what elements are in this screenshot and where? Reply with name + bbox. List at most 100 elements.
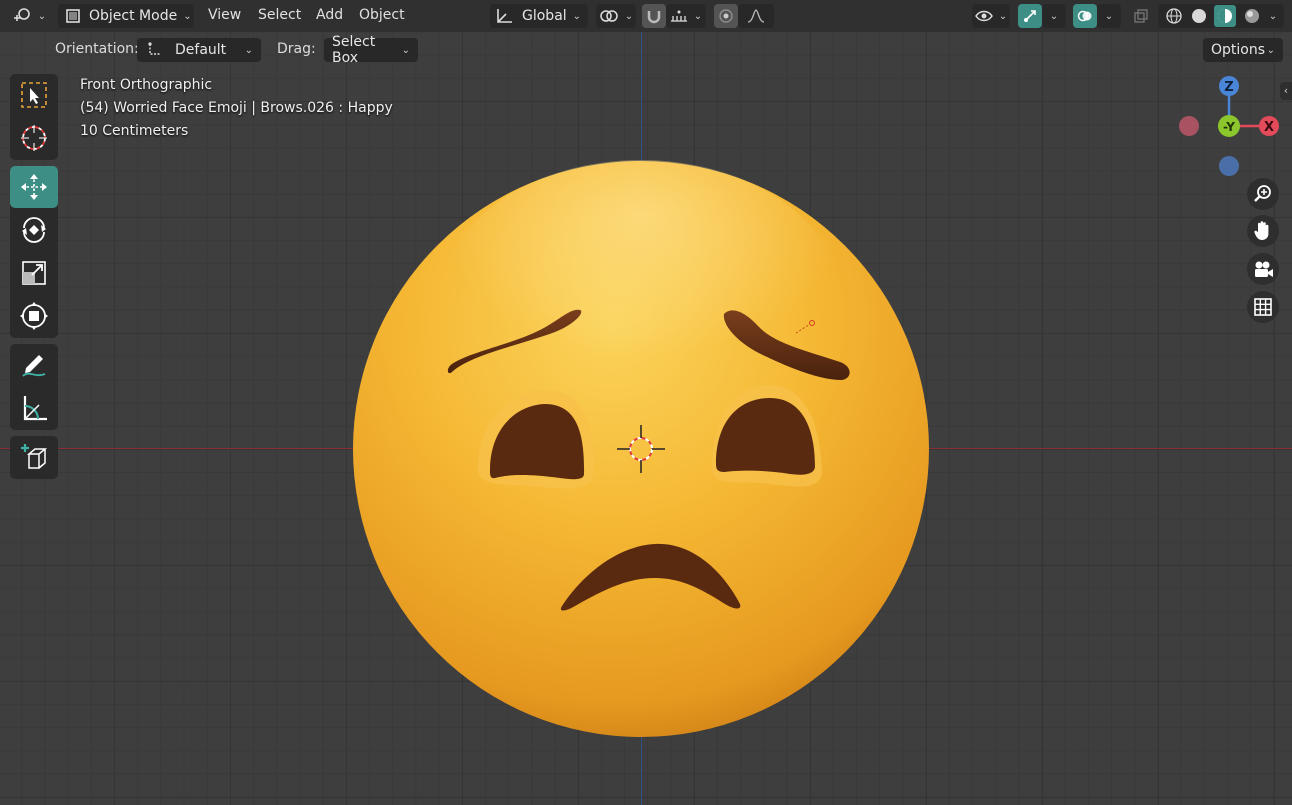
snap-magnet-icon	[647, 11, 661, 24]
xray-icon	[1134, 9, 1148, 23]
proportional-editing-icon	[719, 9, 733, 23]
chevron-down-icon: ⌄	[1268, 10, 1278, 22]
orientation-value: Default	[175, 42, 227, 58]
drag-dropdown[interactable]: Select Box ⌄	[324, 34, 418, 66]
overlays-toggle[interactable]	[1073, 4, 1097, 28]
rotate-icon	[22, 217, 46, 243]
transform-tool[interactable]	[10, 295, 58, 337]
chevron-down-icon: ⌄	[244, 44, 253, 56]
toolbar-group-transform	[10, 166, 58, 338]
mode-selector[interactable]: Object Mode ⌄	[58, 4, 194, 28]
toggle-perspective-button[interactable]	[1247, 291, 1279, 323]
orientation-global-icon	[497, 9, 512, 23]
gizmo-x-label: X	[1264, 120, 1274, 135]
object-info: (54) Worried Face Emoji | Brows.026 : Ha…	[80, 100, 393, 116]
zoom-icon	[1254, 185, 1271, 202]
gizmo-options[interactable]: ⌄	[1042, 4, 1066, 28]
orientation-axes-icon	[148, 42, 160, 55]
xray-toggle[interactable]	[1130, 4, 1152, 28]
chevron-down-icon: ⌄	[572, 10, 582, 22]
scale-tool[interactable]	[10, 252, 58, 294]
gizmo-y-label: -Y	[1223, 120, 1235, 134]
3d-viewport[interactable]	[0, 0, 1292, 805]
camera-view-button[interactable]	[1247, 253, 1279, 285]
gizmo-z-label: Z	[1224, 80, 1233, 95]
chevron-down-icon: ⌄	[37, 10, 47, 22]
menu-object[interactable]: Object	[359, 7, 405, 23]
chevron-down-icon: ⌄	[1266, 44, 1275, 56]
drag-label: Drag:	[277, 41, 316, 57]
object-mode-icon	[66, 9, 80, 23]
transform-orientation-selector[interactable]: Global ⌄	[490, 4, 588, 28]
falloff-curve-icon	[747, 9, 765, 23]
chevron-down-icon: ⌄	[624, 10, 634, 22]
editor-type-button[interactable]: ⌄	[8, 4, 50, 28]
toolbar-group-select	[10, 74, 58, 160]
material-preview-icon	[1218, 9, 1233, 23]
proportional-editing-toggle[interactable]	[714, 4, 738, 28]
chevron-down-icon: ⌄	[401, 44, 410, 56]
solid-shading-icon[interactable]	[1190, 7, 1208, 25]
pivot-point-selector[interactable]: ⌄	[596, 4, 636, 28]
select-box-tool[interactable]	[10, 74, 58, 116]
gizmo-icon	[1024, 10, 1036, 22]
shading-modes[interactable]	[1158, 4, 1268, 28]
viewport-header: ⌄ Object Mode ⌄ View Select Add Object G…	[0, 0, 1292, 32]
orientation-label: Global	[522, 8, 567, 24]
cursor-tool[interactable]	[10, 117, 58, 159]
grid-icon	[1254, 298, 1272, 316]
select-box-icon	[21, 82, 47, 108]
add-cube-tool[interactable]	[10, 436, 58, 478]
grid-scale: 10 Centimeters	[80, 123, 189, 139]
snap-toggle[interactable]	[642, 4, 666, 28]
mode-label: Object Mode	[89, 8, 178, 24]
material-preview-shading-active[interactable]	[1214, 5, 1237, 27]
options-dropdown[interactable]: Options ⌄	[1203, 38, 1283, 62]
menu-view[interactable]: View	[208, 7, 241, 23]
add-cube-icon	[21, 444, 48, 469]
chevron-down-icon: ⌄	[693, 10, 703, 22]
zoom-button[interactable]	[1247, 178, 1279, 210]
orientation-dropdown[interactable]: Default ⌄	[137, 38, 261, 62]
toolbar-group-annotate	[10, 344, 58, 430]
editor-type-icon	[13, 8, 30, 21]
wireframe-shading-icon[interactable]	[1165, 7, 1183, 25]
measure-tool[interactable]	[10, 387, 58, 429]
chevron-down-icon: ⌄	[998, 10, 1008, 22]
emoji-model[interactable]	[0, 0, 1292, 805]
hand-icon	[1254, 221, 1269, 240]
pivot-icon	[600, 10, 618, 22]
shading-options[interactable]: ⌄	[1262, 4, 1284, 28]
drag-value: Select Box	[332, 34, 376, 66]
transform-icon	[20, 302, 48, 330]
gizmo-neg-x[interactable]	[1179, 116, 1199, 136]
menu-select[interactable]: Select	[258, 7, 301, 23]
menu-add[interactable]: Add	[316, 7, 343, 23]
view-name: Front Orthographic	[80, 77, 213, 93]
snap-target-selector[interactable]: ⌄	[666, 4, 706, 28]
overlays-icon	[1077, 10, 1092, 22]
visibility-selector[interactable]: ⌄	[972, 4, 1010, 28]
toolbar-group-add	[10, 436, 58, 479]
options-label: Options	[1211, 42, 1266, 58]
move-tool[interactable]	[10, 166, 58, 208]
eye-icon	[974, 10, 993, 22]
cursor-icon	[21, 125, 47, 151]
chevron-down-icon: ⌄	[183, 10, 192, 22]
overlays-options[interactable]: ⌄	[1097, 4, 1121, 28]
orientation-label: Orientation:	[55, 41, 139, 57]
camera-icon	[1255, 261, 1273, 277]
scale-icon	[22, 261, 46, 285]
navigation-gizmo[interactable]: Z X -Y	[1174, 71, 1284, 181]
sidebar-toggle[interactable]: ‹	[1280, 82, 1292, 100]
proportional-falloff-selector[interactable]	[738, 4, 774, 28]
rotate-tool[interactable]	[10, 209, 58, 251]
annotate-tool[interactable]	[10, 344, 58, 386]
gizmo-neg-z[interactable]	[1219, 156, 1239, 176]
gizmo-toggle[interactable]	[1018, 4, 1042, 28]
pan-button[interactable]	[1247, 215, 1279, 247]
annotate-icon	[22, 355, 46, 377]
move-icon	[21, 174, 47, 200]
rendered-shading-icon[interactable]	[1243, 7, 1261, 25]
measure-icon	[23, 396, 47, 421]
